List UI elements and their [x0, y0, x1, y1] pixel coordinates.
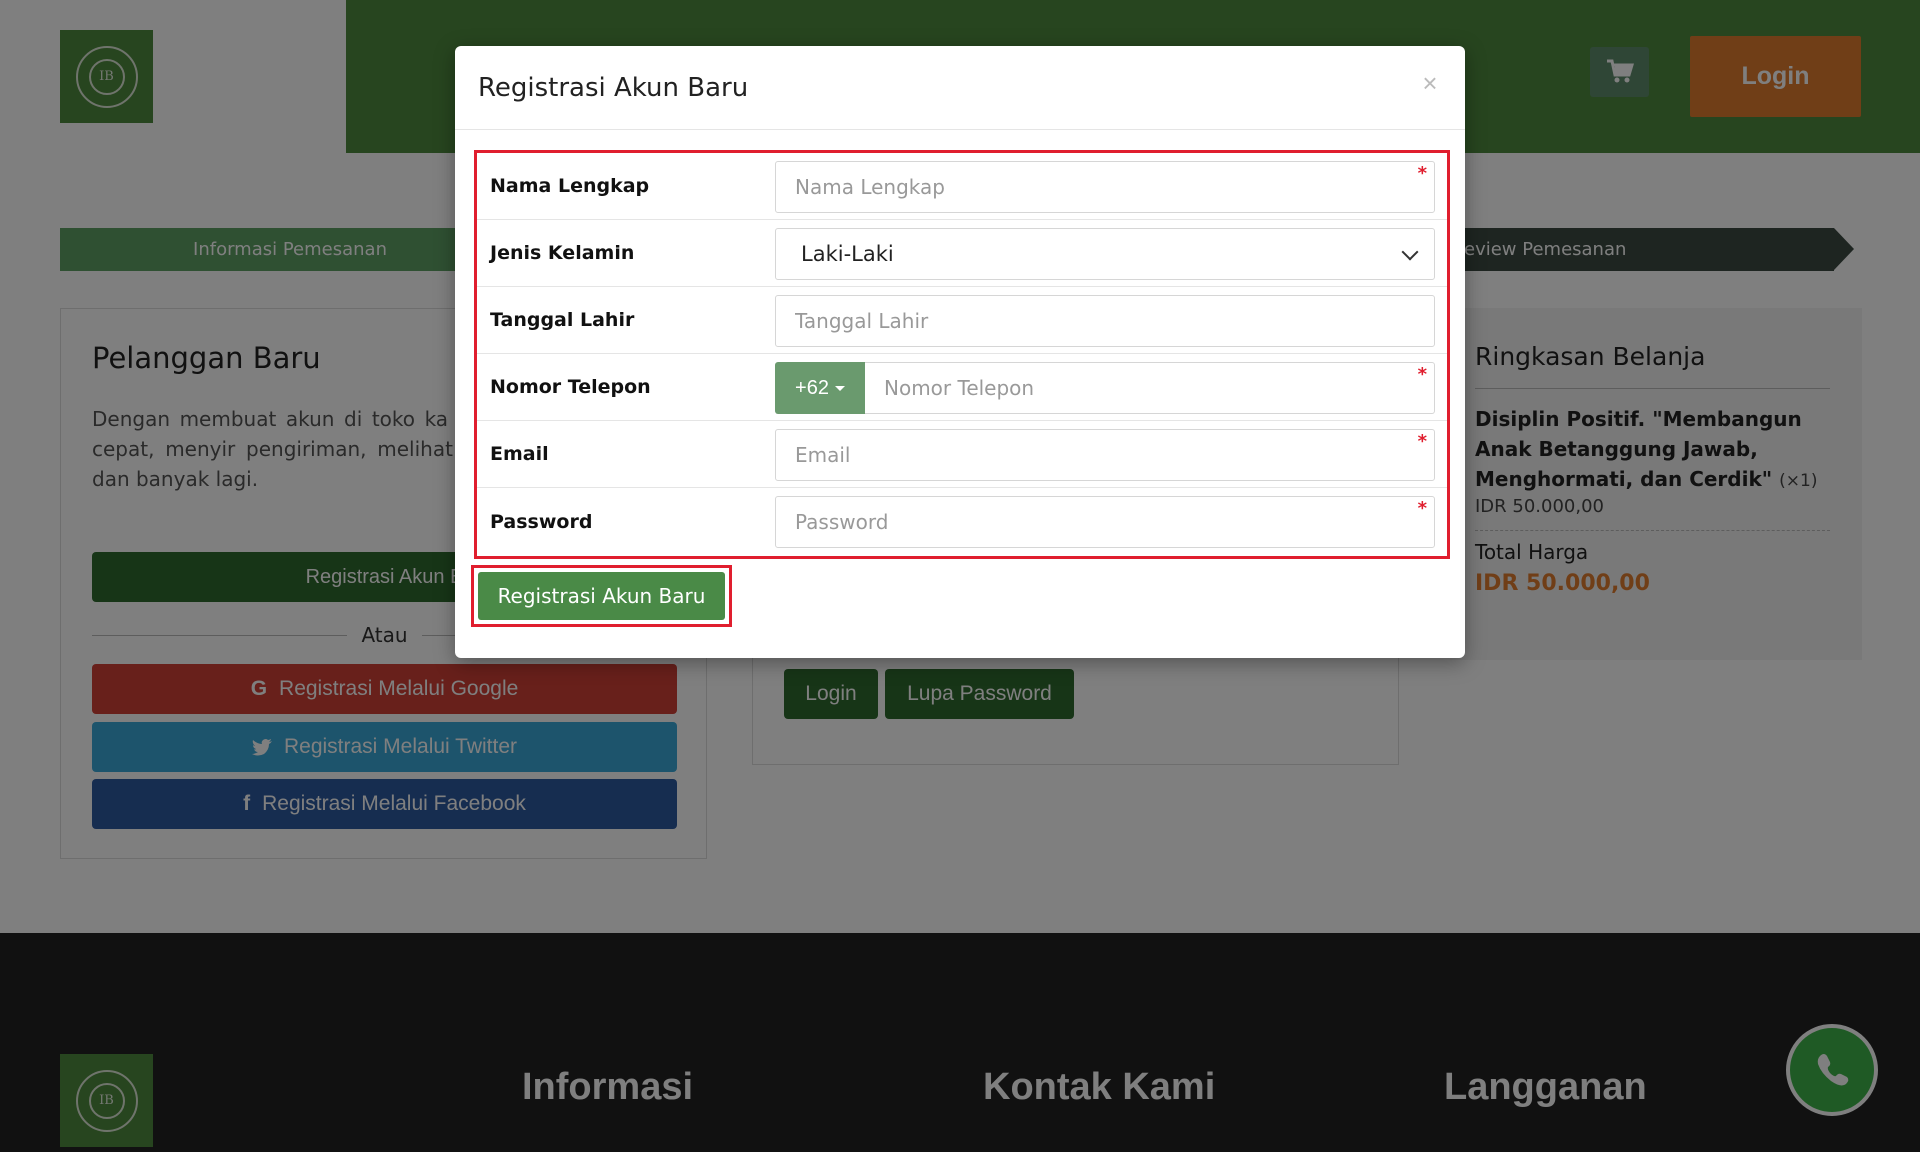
password-input[interactable] — [775, 496, 1435, 548]
country-code-value: +62 — [795, 376, 829, 399]
email-input[interactable] — [775, 429, 1435, 481]
birthdate-input[interactable] — [775, 295, 1435, 347]
required-marker: * — [1417, 431, 1427, 452]
modal-title: Registrasi Akun Baru — [478, 73, 749, 103]
gender-selected-value: Laki-Laki — [801, 242, 894, 266]
form-row-birthdate: Tanggal Lahir — [477, 287, 1447, 354]
submit-highlight: Registrasi Akun Baru — [471, 565, 732, 627]
password-label: Password — [490, 510, 593, 533]
form-row-fullname: Nama Lengkap * — [477, 153, 1447, 220]
form-row-email: Email * — [477, 421, 1447, 488]
fullname-label: Nama Lengkap — [490, 175, 650, 197]
required-marker: * — [1417, 498, 1427, 519]
submit-register-button[interactable]: Registrasi Akun Baru — [478, 572, 725, 620]
modal-header: Registrasi Akun Baru × — [455, 46, 1465, 130]
form-row-gender: Jenis Kelamin Laki-Laki — [477, 220, 1447, 287]
form-row-phone: Nomor Telepon +62 * — [477, 354, 1447, 421]
required-marker: * — [1417, 163, 1427, 184]
form-row-password: Password * — [477, 488, 1447, 555]
close-icon[interactable]: × — [1417, 68, 1443, 98]
required-marker: * — [1417, 364, 1427, 385]
phone-label: Nomor Telepon — [490, 376, 651, 398]
chevron-down-icon — [1401, 243, 1419, 261]
phone-input[interactable] — [865, 362, 1435, 414]
caret-down-icon — [834, 385, 845, 391]
registration-form: Nama Lengkap * Jenis Kelamin Laki-Laki T… — [474, 150, 1450, 559]
birthdate-label: Tanggal Lahir — [490, 309, 635, 331]
email-label: Email — [490, 443, 549, 465]
register-modal: Registrasi Akun Baru × Nama Lengkap * Je… — [455, 46, 1465, 658]
country-code-dropdown[interactable]: +62 — [775, 362, 865, 414]
gender-label: Jenis Kelamin — [490, 242, 635, 264]
gender-select[interactable]: Laki-Laki — [775, 228, 1435, 280]
fullname-input[interactable] — [775, 161, 1435, 213]
